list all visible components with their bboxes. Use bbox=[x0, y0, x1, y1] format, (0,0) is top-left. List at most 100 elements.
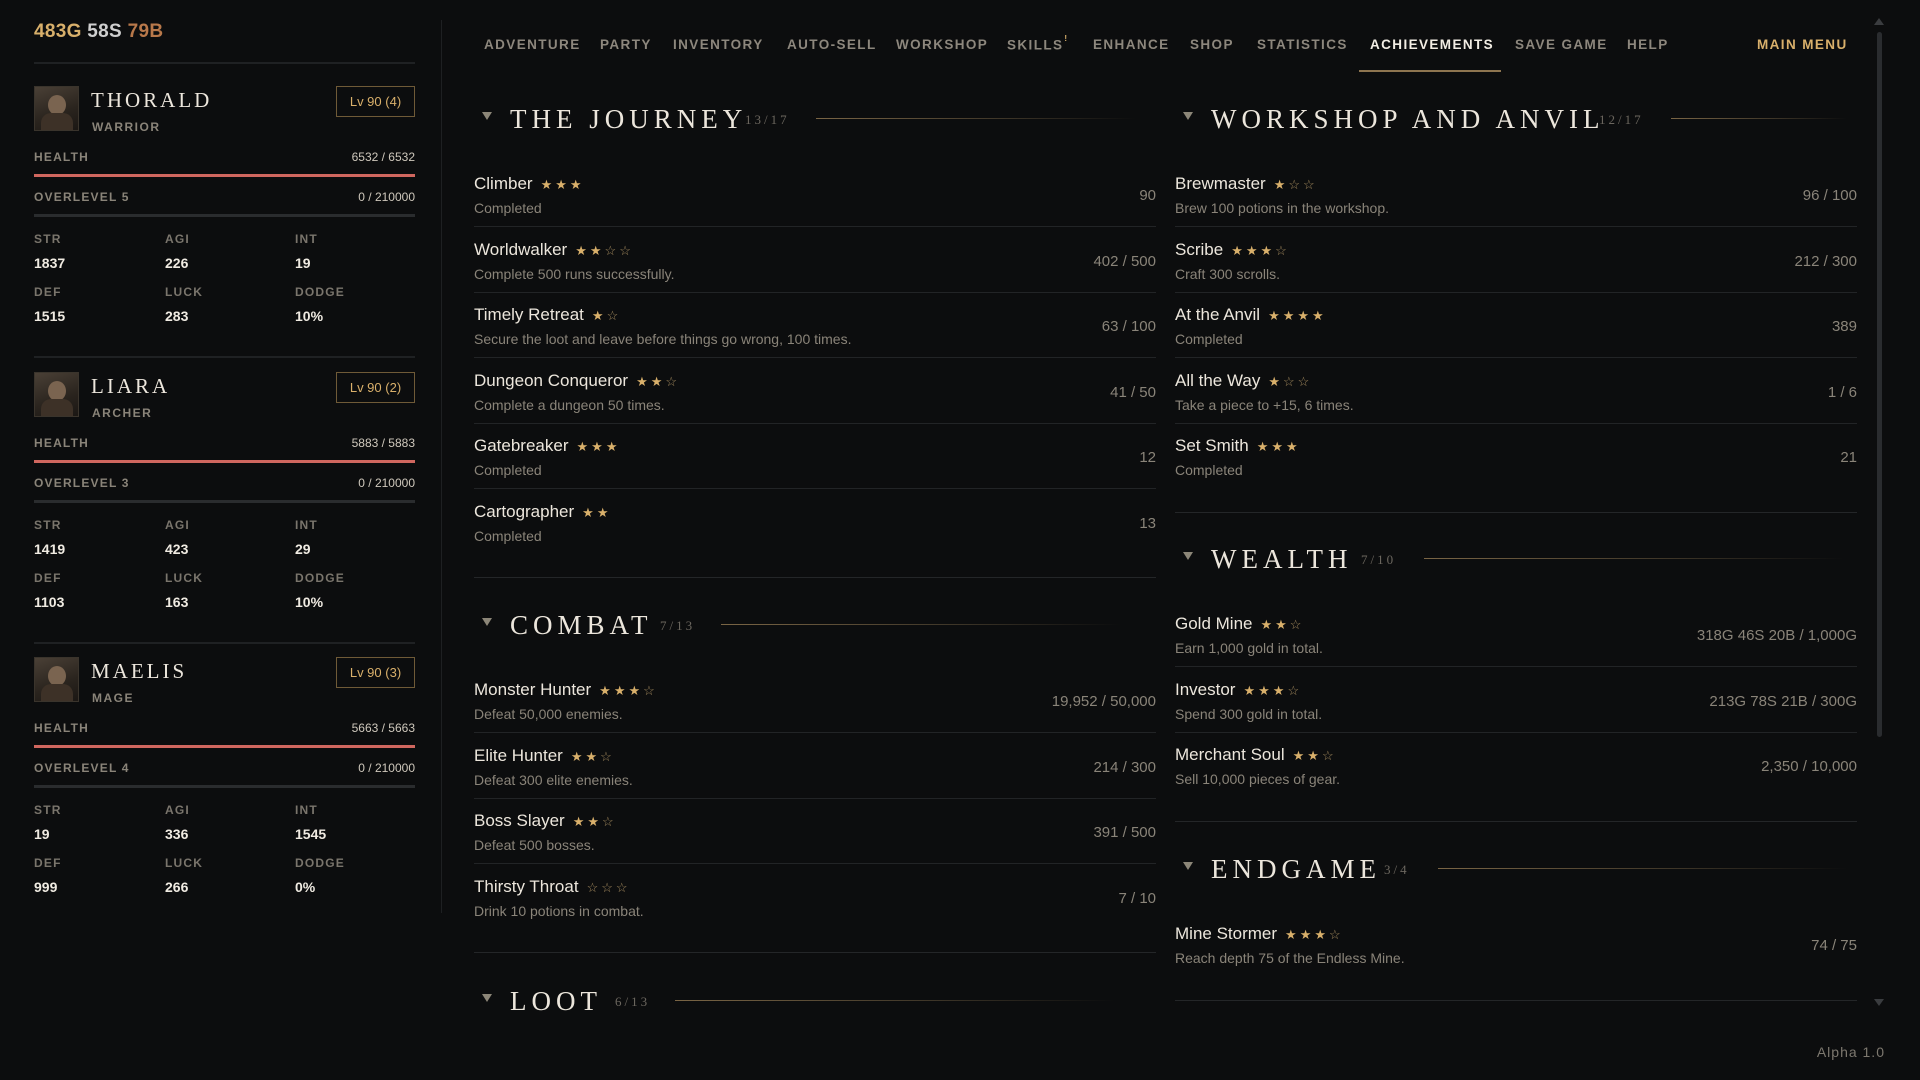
hero-name: THORALD bbox=[91, 88, 213, 112]
nav-tab-save-game[interactable]: SAVE GAME bbox=[1515, 37, 1608, 52]
section-title: COMBAT bbox=[510, 610, 653, 640]
achievement-row[interactable]: Worldwalker ★★☆☆ Complete 500 runs success… bbox=[474, 240, 1156, 305]
achievement-name: Climber ★★★ bbox=[474, 174, 585, 194]
nav-tab-party[interactable]: PARTY bbox=[600, 37, 652, 52]
achievement-row[interactable]: All the Way ★☆☆ Take a piece to +15, 6 tim… bbox=[1175, 371, 1857, 436]
achievement-row[interactable]: Cartographer ★★ Completed 13 bbox=[474, 502, 1156, 567]
achievement-row[interactable]: Monster Hunter ★★★☆ Defeat 50,000 enemies.… bbox=[474, 680, 1156, 745]
hero-level-badge[interactable]: Lv 90 (4) bbox=[336, 86, 415, 117]
achievement-row[interactable]: Dungeon Conqueror ★★☆ Complete a dungeon 5… bbox=[474, 371, 1156, 436]
achievement-row[interactable]: Thirsty Throat ☆☆☆ Drink 10 potions in com… bbox=[474, 877, 1156, 942]
star-filled-icon: ★ bbox=[1245, 242, 1261, 258]
achievement-row[interactable]: Timely Retreat ★☆ Secure the loot and leav… bbox=[474, 305, 1156, 370]
nav-tab-statistics[interactable]: STATISTICS bbox=[1257, 37, 1348, 52]
nav-tab-label: INVENTORY bbox=[673, 37, 764, 52]
section-title: THE JOURNEY bbox=[510, 104, 748, 134]
star-empty-icon: ☆ bbox=[619, 242, 634, 258]
star-empty-icon: ☆ bbox=[1275, 242, 1290, 258]
star-filled-icon: ★ bbox=[589, 242, 605, 258]
section-header-endgame[interactable]: ENDGAME 3/4 bbox=[1175, 854, 1857, 894]
stat-def-value: 1515 bbox=[34, 308, 66, 324]
nav-tab-shop[interactable]: SHOP bbox=[1190, 37, 1234, 52]
star-filled-icon: ★ bbox=[1260, 242, 1276, 258]
section-header-combat[interactable]: COMBAT 7/13 bbox=[474, 610, 1156, 650]
achievement-title: Cartographer bbox=[474, 501, 575, 521]
stat-str-value: 19 bbox=[34, 826, 50, 842]
nav-tab-enhance[interactable]: ENHANCE bbox=[1093, 37, 1170, 52]
achievement-row[interactable]: Gold Mine ★★☆ Earn 1,000 gold in total. 318… bbox=[1175, 614, 1857, 679]
achievement-title: Set Smith bbox=[1175, 436, 1249, 455]
section-header-wealth[interactable]: WEALTH 7/10 bbox=[1175, 544, 1857, 584]
achievement-name: Scribe ★★★☆ bbox=[1175, 240, 1290, 260]
collapse-triangle-icon[interactable] bbox=[482, 618, 492, 626]
achievement-row[interactable]: Climber ★★★ Completed 90 bbox=[474, 174, 1156, 239]
section-count: 12/17 bbox=[1599, 112, 1644, 127]
hero-level-badge[interactable]: Lv 90 (3) bbox=[336, 657, 415, 688]
section-header-journey[interactable]: THE JOURNEY 13/17 bbox=[474, 104, 1156, 144]
achievement-row[interactable]: Boss Slayer ★★☆ Defeat 500 bosses. 391 / 50… bbox=[474, 811, 1156, 876]
section-title: WEALTH bbox=[1211, 544, 1353, 574]
star-filled-icon: ★ bbox=[1260, 617, 1276, 632]
overlevel-value: 0 / 210000 bbox=[358, 761, 415, 775]
achievement-description: Completed bbox=[474, 462, 542, 478]
star-filled-icon: ★ bbox=[613, 683, 629, 698]
main-menu-button[interactable]: MAIN MENU bbox=[1757, 37, 1848, 52]
achievement-row[interactable]: Gatebreaker ★★★ Completed 12 bbox=[474, 436, 1156, 501]
achievement-row[interactable]: Elite Hunter ★★☆ Defeat 300 elite enemies.… bbox=[474, 746, 1156, 811]
star-empty-icon: ☆ bbox=[1329, 927, 1344, 942]
section-header-workshop[interactable]: WORKSHOP AND ANVIL 12/17 bbox=[1175, 104, 1857, 144]
achievement-description: Drink 10 potions in combat. bbox=[474, 902, 644, 919]
scroll-up-arrow-icon[interactable] bbox=[1874, 18, 1884, 25]
achievement-row[interactable]: Merchant Soul ★★☆ Sell 10,000 pieces of ge… bbox=[1175, 745, 1857, 810]
nav-tab-achievements[interactable]: ACHIEVEMENTS bbox=[1370, 37, 1494, 52]
stat-luck-value: 163 bbox=[165, 594, 189, 610]
star-filled-icon: ★ bbox=[1273, 177, 1289, 192]
nav-tab-label: HELP bbox=[1627, 37, 1669, 52]
scrollbar-thumb[interactable] bbox=[1877, 32, 1882, 737]
star-empty-icon: ☆ bbox=[600, 748, 615, 764]
achievement-row[interactable]: Investor ★★★☆ Spend 300 gold in total. 213G… bbox=[1175, 680, 1857, 745]
hero-card[interactable]: THORALD WARRIOR Lv 90 (4) HEALTH 6532 / 6532… bbox=[34, 86, 415, 326]
collapse-triangle-icon[interactable] bbox=[1183, 862, 1193, 870]
achievement-row[interactable]: Scribe ★★★☆ Craft 300 scrolls. 212 / 300 bbox=[1175, 240, 1857, 305]
nav-tab-help[interactable]: HELP bbox=[1627, 37, 1669, 52]
hero-level-badge[interactable]: Lv 90 (2) bbox=[336, 372, 415, 403]
section-header-loot[interactable]: LOOT 6/13 bbox=[474, 986, 1156, 1026]
nav-tab-workshop[interactable]: WORKSHOP bbox=[896, 37, 988, 52]
achievement-row[interactable]: Brewmaster ★☆☆ Brew 100 potions in the wor… bbox=[1175, 174, 1857, 239]
nav-tab-label: ENHANCE bbox=[1093, 37, 1170, 52]
achievement-title: At the Anvil bbox=[1175, 305, 1261, 324]
hero-portrait bbox=[34, 657, 79, 702]
nav-tab-auto-sell[interactable]: AUTO-SELL bbox=[787, 37, 877, 52]
achievement-stars: ★★★☆ bbox=[1243, 683, 1302, 698]
hero-card[interactable]: LIARA ARCHER Lv 90 (2) HEALTH 5883 / 5883 OVE… bbox=[34, 372, 415, 612]
stat-int-value: 29 bbox=[295, 541, 311, 557]
achievement-row[interactable]: Set Smith ★★★ Completed 21 bbox=[1175, 436, 1857, 501]
nav-tab-inventory[interactable]: INVENTORY bbox=[673, 37, 764, 52]
achievement-name: Gold Mine ★★☆ bbox=[1175, 614, 1304, 634]
achievement-row[interactable]: At the Anvil ★★★★ Completed 389 bbox=[1175, 305, 1857, 370]
star-empty-icon: ☆ bbox=[606, 308, 622, 323]
stat-str-label: STR bbox=[34, 518, 62, 532]
row-divider bbox=[1175, 666, 1857, 667]
star-filled-icon: ★ bbox=[572, 814, 588, 829]
achievement-progress: 212 / 300 bbox=[1794, 252, 1857, 270]
hero-card[interactable]: MAELIS MAGE Lv 90 (3) HEALTH 5663 / 5663 OVER… bbox=[34, 657, 415, 897]
collapse-triangle-icon[interactable] bbox=[482, 112, 492, 120]
collapse-triangle-icon[interactable] bbox=[482, 994, 492, 1002]
star-filled-icon: ★ bbox=[1275, 617, 1290, 632]
section-title: ENDGAME bbox=[1211, 854, 1381, 884]
achievement-row[interactable]: Mine Stormer ★★★☆ Reach depth 75 of the En… bbox=[1175, 924, 1857, 989]
achievement-stars: ★★☆ bbox=[1260, 617, 1304, 632]
achievement-progress: 41 / 50 bbox=[1110, 383, 1156, 401]
health-label: HEALTH bbox=[34, 436, 89, 450]
nav-tab-adventure[interactable]: ADVENTURE bbox=[484, 37, 581, 52]
collapse-triangle-icon[interactable] bbox=[1183, 552, 1193, 560]
nav-tab-skills[interactable]: SKILLS! bbox=[1007, 34, 1068, 53]
achievement-progress: 402 / 500 bbox=[1093, 252, 1156, 270]
row-divider bbox=[1175, 731, 1857, 733]
row-divider bbox=[474, 797, 1156, 799]
collapse-triangle-icon[interactable] bbox=[1183, 112, 1193, 120]
achievement-stars: ★★☆ bbox=[1293, 748, 1337, 763]
scroll-down-arrow-icon[interactable] bbox=[1874, 999, 1884, 1006]
